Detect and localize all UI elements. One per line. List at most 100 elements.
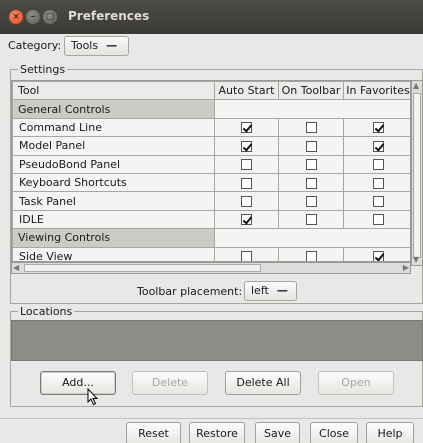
footer-divider xyxy=(0,418,423,419)
auto-start-checkbox-cell xyxy=(214,136,279,156)
auto-start-checkbox[interactable] xyxy=(241,214,252,226)
on-toolbar-checkbox-cell xyxy=(278,246,344,261)
group-row-filler xyxy=(214,228,410,248)
save-button[interactable]: Save xyxy=(255,422,300,443)
auto-start-checkbox[interactable] xyxy=(241,159,252,171)
in-favorites-checkbox-cell xyxy=(343,172,410,193)
toolbar-placement-label: Toolbar placement: xyxy=(137,285,243,298)
auto-start-checkbox[interactable] xyxy=(241,140,252,152)
window-title: Preferences xyxy=(68,9,150,23)
group-label: Viewing Controls xyxy=(12,228,215,248)
table-row[interactable]: Side View xyxy=(12,246,410,261)
add-location-button[interactable]: Add... xyxy=(40,371,116,395)
auto-start-checkbox-cell xyxy=(214,154,279,174)
table-group-row: Viewing Controls xyxy=(12,228,410,248)
group-label: General Controls xyxy=(12,99,215,119)
in-favorites-checkbox-cell xyxy=(343,209,410,230)
locations-list[interactable] xyxy=(11,320,423,361)
reset-button[interactable]: Reset xyxy=(126,422,181,443)
category-label: Category: xyxy=(8,39,62,52)
on-toolbar-checkbox[interactable] xyxy=(305,177,317,189)
tools-table: Tool Auto Start On Toolbar In Favorites … xyxy=(11,80,411,262)
on-toolbar-checkbox-cell xyxy=(278,154,344,174)
group-row-filler xyxy=(214,99,410,119)
auto-start-checkbox[interactable] xyxy=(241,196,252,208)
tool-name: IDLE xyxy=(12,209,215,230)
table-row[interactable]: Keyboard Shortcuts xyxy=(12,172,410,193)
in-favorites-checkbox-cell xyxy=(343,191,410,211)
on-toolbar-checkbox-cell xyxy=(278,136,344,156)
on-toolbar-checkbox[interactable] xyxy=(305,196,317,208)
auto-start-checkbox[interactable] xyxy=(241,177,252,189)
toolbar-placement-value: left xyxy=(251,284,269,297)
open-location-button[interactable]: Open xyxy=(318,371,394,395)
in-favorites-checkbox-cell xyxy=(343,154,410,174)
maximize-window-icon[interactable]: □ xyxy=(43,10,57,24)
in-favorites-checkbox-cell xyxy=(343,246,410,261)
mouse-cursor-icon xyxy=(87,388,99,406)
minimize-window-icon[interactable]: – xyxy=(26,10,40,24)
close-button[interactable]: Close xyxy=(310,422,358,443)
tool-name: Keyboard Shortcuts xyxy=(12,172,215,193)
auto-start-checkbox-cell xyxy=(214,191,279,211)
on-toolbar-checkbox[interactable] xyxy=(305,214,317,226)
auto-start-checkbox[interactable] xyxy=(241,122,252,134)
auto-start-checkbox-cell xyxy=(214,209,279,230)
category-dropdown[interactable]: Tools — xyxy=(64,36,129,56)
auto-start-checkbox-cell xyxy=(214,172,279,193)
settings-legend: Settings xyxy=(18,63,68,76)
help-button[interactable]: Help xyxy=(366,422,414,443)
table-row[interactable]: Command Line xyxy=(12,117,410,138)
on-toolbar-checkbox[interactable] xyxy=(305,159,317,171)
on-toolbar-checkbox[interactable] xyxy=(305,140,317,152)
auto-start-checkbox-cell xyxy=(214,246,279,261)
on-toolbar-checkbox-cell xyxy=(278,209,344,230)
in-favorites-checkbox[interactable] xyxy=(372,122,384,134)
on-toolbar-checkbox-cell xyxy=(278,172,344,193)
title-bar: × – □ Preferences xyxy=(0,0,423,34)
on-toolbar-checkbox[interactable] xyxy=(305,122,317,134)
in-favorites-checkbox[interactable] xyxy=(372,214,384,226)
locations-legend: Locations xyxy=(18,305,75,318)
toolbar-placement-dropdown[interactable]: left — xyxy=(244,281,297,301)
scroll-right-icon[interactable]: ▶ xyxy=(403,263,409,273)
close-window-icon[interactable]: × xyxy=(9,10,23,24)
restore-button[interactable]: Restore xyxy=(189,422,245,443)
horizontal-scrollbar[interactable]: ◀ ▶ xyxy=(11,262,411,274)
column-header-on-toolbar[interactable]: On Toolbar xyxy=(278,81,344,101)
auto-start-checkbox-cell xyxy=(214,117,279,138)
column-header-tool[interactable]: Tool xyxy=(12,81,215,101)
in-favorites-checkbox-cell xyxy=(343,117,410,138)
on-toolbar-checkbox-cell xyxy=(278,117,344,138)
dropdown-indicator-icon: — xyxy=(106,39,118,52)
tool-name: Task Panel xyxy=(12,191,215,211)
tool-name: Side View xyxy=(12,246,215,261)
vertical-scroll-thumb[interactable] xyxy=(413,93,421,258)
in-favorites-checkbox[interactable] xyxy=(372,159,384,171)
scroll-up-icon[interactable]: ▲ xyxy=(413,81,419,91)
column-header-in-favorites[interactable]: In Favorites xyxy=(343,81,410,101)
horizontal-scroll-thumb[interactable] xyxy=(24,264,261,272)
scroll-left-icon[interactable]: ◀ xyxy=(13,263,19,273)
tool-name: Command Line xyxy=(12,117,215,138)
table-header-row: Tool Auto Start On Toolbar In Favorites xyxy=(12,81,410,101)
tool-name: PseudoBond Panel xyxy=(12,154,215,174)
table-row[interactable]: Task Panel xyxy=(12,191,410,211)
table-row[interactable]: IDLE xyxy=(12,209,410,230)
in-favorites-checkbox[interactable] xyxy=(372,177,384,189)
vertical-scrollbar[interactable]: ▲ ▼ xyxy=(411,80,423,266)
in-favorites-checkbox[interactable] xyxy=(372,140,384,152)
column-header-auto-start[interactable]: Auto Start xyxy=(214,81,279,101)
dropdown-indicator-icon: — xyxy=(276,284,288,297)
auto-start-checkbox[interactable] xyxy=(241,251,252,261)
in-favorites-checkbox[interactable] xyxy=(372,251,384,261)
delete-location-button[interactable]: Delete xyxy=(132,371,208,395)
table-group-row: General Controls xyxy=(12,99,410,119)
delete-all-locations-button[interactable]: Delete All xyxy=(225,371,301,395)
in-favorites-checkbox-cell xyxy=(343,136,410,156)
on-toolbar-checkbox[interactable] xyxy=(305,251,317,261)
table-row[interactable]: PseudoBond Panel xyxy=(12,154,410,174)
scroll-down-icon[interactable]: ▼ xyxy=(413,255,419,265)
in-favorites-checkbox[interactable] xyxy=(372,196,384,208)
table-row[interactable]: Model Panel xyxy=(12,136,410,156)
